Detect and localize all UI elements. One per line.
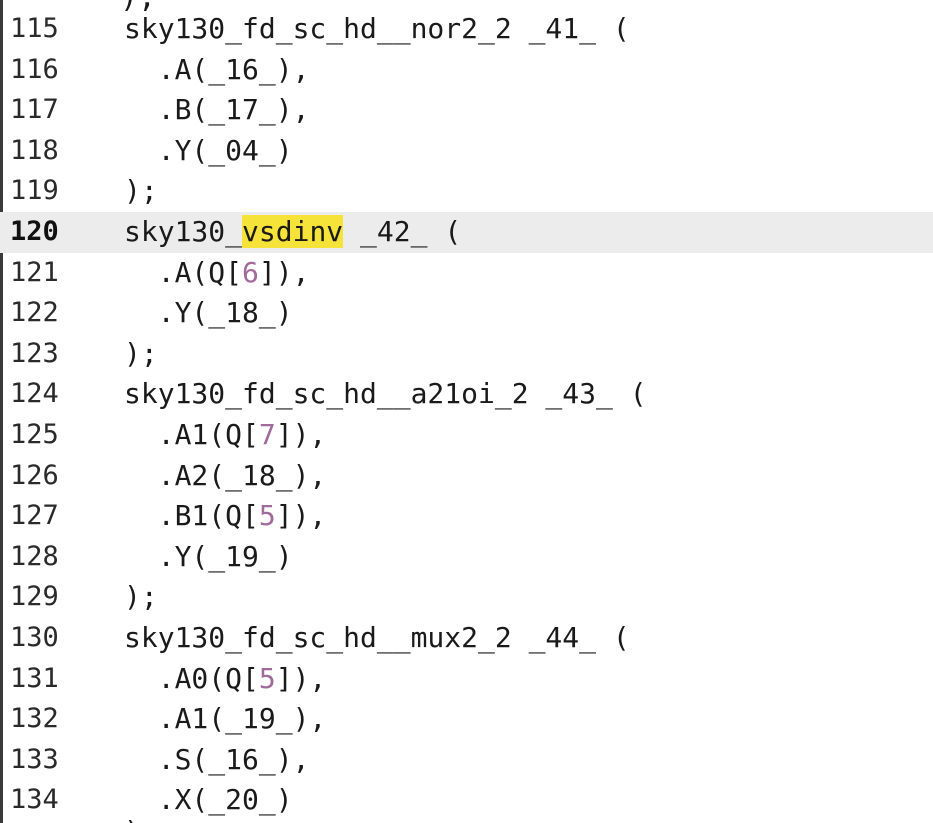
code-line[interactable]: 116 .A(_16_),: [0, 50, 933, 91]
code-line[interactable]: 123 );: [0, 334, 933, 375]
line-text[interactable]: .A1(_19_),: [124, 699, 327, 740]
line-number: 129: [10, 581, 59, 613]
partial-line-bottom: );: [124, 812, 158, 823]
current-code-line[interactable]: 120 sky130_vsdinv _42_ (: [0, 211, 933, 253]
code-line[interactable]: 121 .A(Q[6]),: [0, 253, 933, 294]
line-number: 118: [10, 134, 59, 166]
line-text[interactable]: .Y(_18_): [124, 293, 293, 334]
line-text[interactable]: .Y(_04_): [124, 131, 293, 172]
line-number: 126: [10, 459, 59, 491]
code-lines[interactable]: 115 sky130_fd_sc_hd__nor2_2 _41_ ( 116 .…: [0, 9, 933, 821]
number-literal: 7: [258, 417, 276, 451]
line-number: 125: [10, 418, 59, 450]
code-line[interactable]: 132 .A1(_19_),: [0, 699, 933, 740]
line-text[interactable]: .Y(_19_): [124, 537, 293, 578]
line-text[interactable]: .A(_16_),: [124, 50, 310, 91]
code-line[interactable]: 117 .B(_17_),: [0, 90, 933, 131]
code-line[interactable]: 115 sky130_fd_sc_hd__nor2_2 _41_ (: [0, 9, 933, 50]
number-literal: 6: [242, 255, 259, 289]
code-line[interactable]: 128 .Y(_19_): [0, 537, 933, 578]
search-match-highlight: vsdinv: [242, 214, 344, 248]
code-line[interactable]: 133 .S(_16_),: [0, 740, 933, 781]
line-number: 120: [10, 215, 59, 247]
line-text[interactable]: .A1(Q[7]),: [124, 415, 327, 456]
line-number: 127: [10, 500, 59, 532]
line-number: 128: [10, 540, 59, 572]
code-line[interactable]: 127 .B1(Q[5]),: [0, 496, 933, 537]
line-text[interactable]: sky130_fd_sc_hd__mux2_2 _44_ (: [124, 618, 630, 659]
line-text-pre: .A(Q[: [124, 255, 243, 289]
line-text[interactable]: .B1(Q[5]),: [124, 496, 327, 537]
line-number: 119: [10, 175, 59, 207]
line-text[interactable]: sky130_vsdinv _42_ (: [124, 212, 461, 253]
line-text[interactable]: );: [124, 577, 158, 618]
line-text[interactable]: );: [124, 334, 158, 375]
line-text[interactable]: .A0(Q[5]),: [124, 659, 327, 700]
code-line[interactable]: 124 sky130_fd_sc_hd__a21oi_2 _43_ (: [0, 374, 933, 415]
code-line[interactable]: 129 );: [0, 577, 933, 618]
line-number: 124: [10, 378, 59, 410]
number-literal: 5: [258, 661, 276, 695]
code-editor[interactable]: ); 115 sky130_fd_sc_hd__nor2_2 _41_ ( 11…: [0, 0, 933, 823]
line-text[interactable]: );: [124, 171, 158, 212]
line-text[interactable]: sky130_fd_sc_hd__nor2_2 _41_ (: [124, 9, 630, 50]
line-number: 122: [10, 297, 59, 329]
line-number: 133: [10, 743, 59, 775]
line-text-pre: .A0(Q[: [124, 661, 259, 695]
line-text-post: ]),: [275, 417, 327, 451]
line-text-pre: sky130_: [124, 214, 243, 248]
code-line[interactable]: 126 .A2(_18_),: [0, 456, 933, 497]
code-line[interactable]: 119 );: [0, 171, 933, 212]
line-text-post: ]),: [258, 255, 310, 289]
line-number: 115: [10, 13, 59, 44]
line-text[interactable]: sky130_fd_sc_hd__a21oi_2 _43_ (: [124, 374, 647, 415]
line-number: 117: [10, 94, 59, 126]
line-number: 132: [10, 703, 59, 735]
number-literal: 5: [258, 499, 276, 533]
line-number: 116: [10, 53, 59, 85]
line-text-post: ]),: [275, 661, 327, 695]
line-number: 123: [10, 337, 59, 369]
code-line[interactable]: 118 .Y(_04_): [0, 131, 933, 172]
code-line[interactable]: 122 .Y(_18_): [0, 293, 933, 334]
code-line[interactable]: 125 .A1(Q[7]),: [0, 415, 933, 456]
line-text-post: ]),: [275, 499, 327, 533]
line-text[interactable]: .S(_16_),: [124, 740, 310, 781]
line-text-pre: .A1(Q[: [124, 417, 259, 451]
line-text[interactable]: .B(_17_),: [124, 90, 310, 131]
line-text[interactable]: .A(Q[6]),: [124, 253, 310, 294]
line-text[interactable]: .A2(_18_),: [124, 456, 327, 497]
line-number: 121: [10, 256, 59, 288]
code-line[interactable]: 131 .A0(Q[5]),: [0, 659, 933, 700]
line-number: 134: [10, 784, 59, 816]
line-text-post: _42_ (: [343, 214, 462, 248]
code-line[interactable]: 130 sky130_fd_sc_hd__mux2_2 _44_ (: [0, 618, 933, 659]
line-number: 130: [10, 621, 59, 653]
line-number: 131: [10, 662, 59, 694]
line-text-pre: .B1(Q[: [124, 499, 259, 533]
